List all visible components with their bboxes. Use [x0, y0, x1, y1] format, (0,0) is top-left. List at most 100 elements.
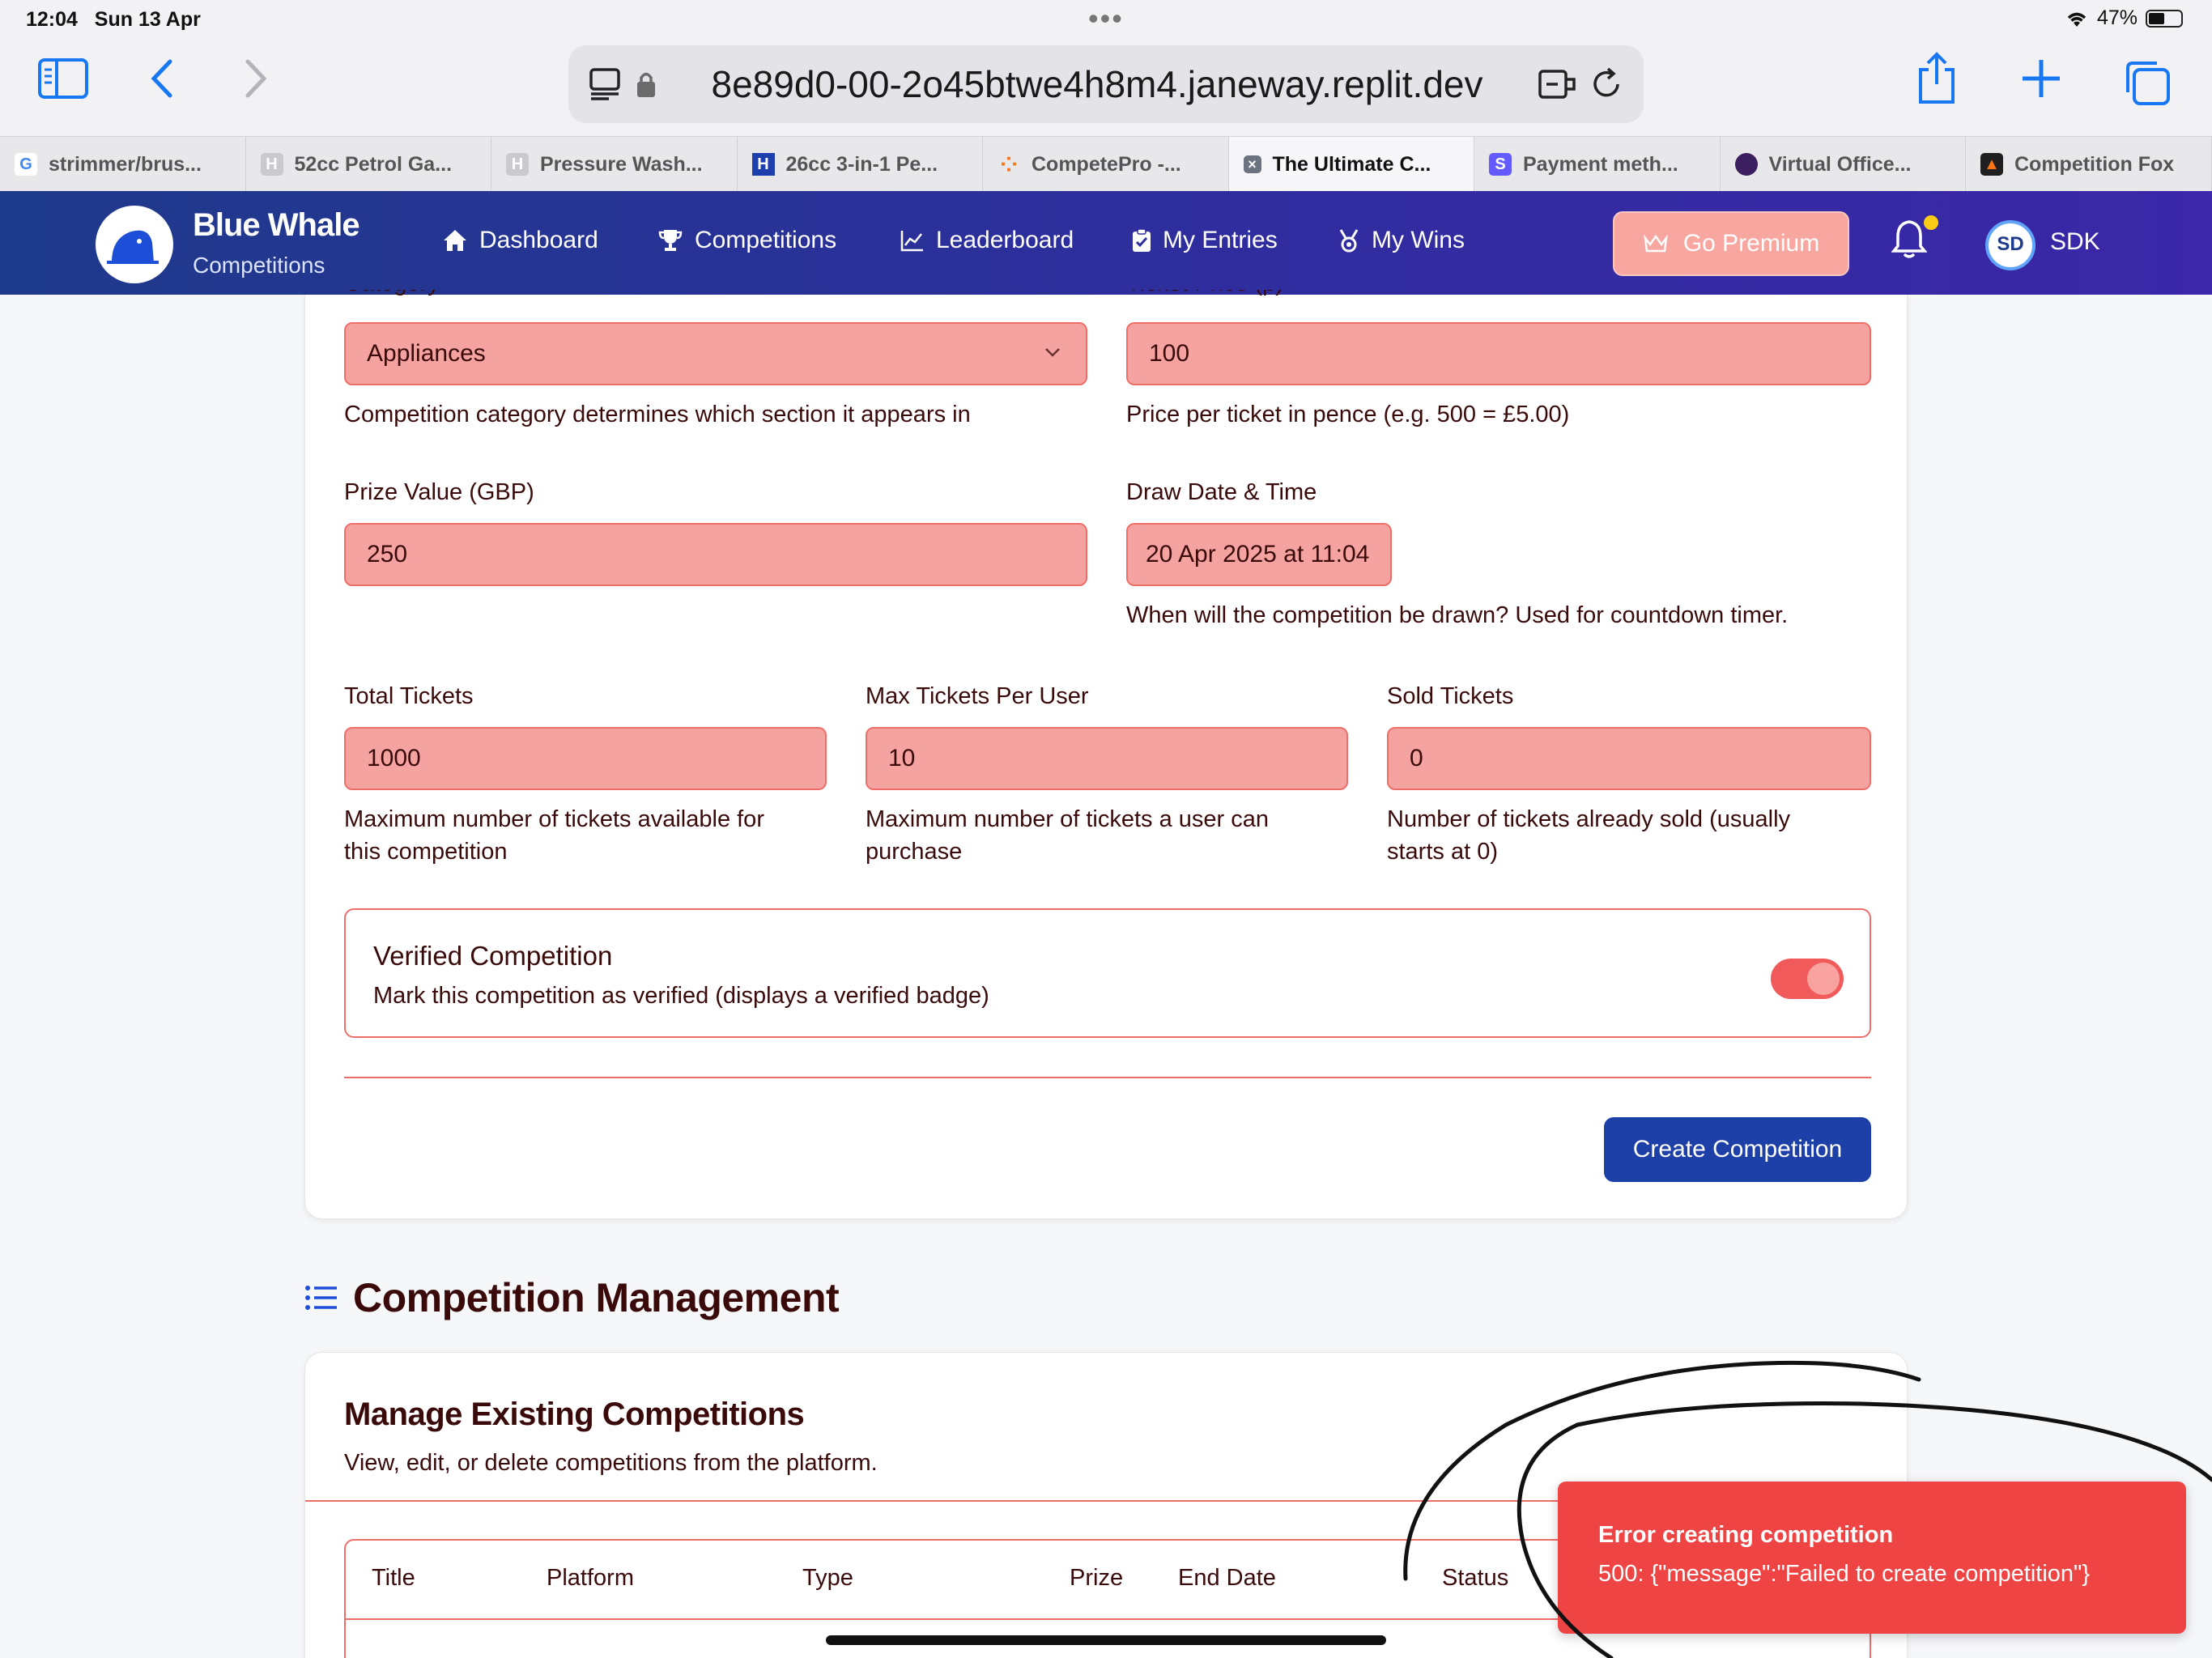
clipboard-check-icon — [1133, 228, 1151, 252]
column-header-platform[interactable]: Platform — [547, 1565, 634, 1592]
username[interactable]: SDK — [2050, 228, 2100, 256]
chart-line-icon — [900, 231, 923, 252]
column-header-title[interactable]: Title — [372, 1565, 415, 1592]
verified-description: Mark this competition as verified (displ… — [373, 983, 989, 1009]
back-icon[interactable] — [146, 57, 178, 100]
toggle-knob — [1807, 963, 1840, 995]
tab-label: The Ultimate C... — [1272, 152, 1431, 176]
address-bar[interactable]: 8e89d0-00-2o45btwe4h8m4.janeway.replit.d… — [568, 45, 1644, 123]
browser-tab[interactable]: ▲ Competition Fox — [1966, 137, 2212, 192]
category-select[interactable]: Appliances — [344, 322, 1087, 385]
crown-icon — [1643, 234, 1668, 253]
brand-subtitle: Competitions — [193, 253, 325, 278]
tab-label: 26cc 3-in-1 Pe... — [785, 152, 938, 176]
total-tickets-help: Maximum number of tickets available for t… — [344, 806, 764, 865]
toast-message: 500: {"message":"Failed to create compet… — [1598, 1561, 2091, 1587]
prize-value: 250 — [367, 541, 408, 568]
prize-value-label: Prize Value (GBP) — [344, 479, 534, 505]
home-indicator[interactable] — [826, 1635, 1386, 1645]
medal-icon — [1339, 229, 1359, 253]
avatar[interactable]: SD — [1985, 220, 2035, 270]
nav-dashboard[interactable]: Dashboard — [442, 227, 598, 254]
max-tickets-label: Max Tickets Per User — [866, 683, 1089, 709]
multitasking-dots-icon[interactable]: ••• — [1088, 2, 1124, 36]
browser-tab[interactable]: H Pressure Wash... — [491, 137, 738, 192]
tab-label: Competition Fox — [2014, 152, 2175, 176]
nav-my-wins[interactable]: My Wins — [1338, 227, 1465, 254]
status-time: 12:04 Sun 13 Apr — [26, 8, 201, 31]
browser-tab[interactable]: H 26cc 3-in-1 Pe... — [738, 137, 983, 192]
ticket-price-value: 100 — [1149, 340, 1190, 367]
sidebar-icon[interactable] — [37, 57, 89, 100]
verified-toggle[interactable] — [1771, 959, 1844, 999]
browser-tab[interactable]: ⁘ CompetePro -... — [983, 137, 1229, 192]
site-h-icon: H — [751, 153, 775, 176]
nav-competitions[interactable]: Competitions — [657, 227, 836, 254]
browser-tab-active[interactable]: × The Ultimate C... — [1228, 137, 1474, 192]
manage-card-description: View, edit, or delete competitions from … — [344, 1450, 878, 1476]
list-icon — [305, 1286, 337, 1310]
chevron-down-icon — [1045, 348, 1060, 357]
reload-icon[interactable] — [1589, 66, 1624, 102]
whale-logo[interactable] — [96, 206, 173, 283]
wifi-icon — [2067, 12, 2087, 27]
browser-tab[interactable]: Gstrimmer/brus... — [0, 137, 246, 192]
new-tab-icon[interactable] — [2019, 57, 2063, 100]
status-bar: 12:04 Sun 13 Apr ••• 47% — [0, 0, 2212, 39]
draw-date-help: When will the competition be drawn? Used… — [1126, 602, 1789, 628]
nav-my-entries[interactable]: My Entries — [1132, 227, 1278, 254]
sold-tickets-label: Sold Tickets — [1387, 683, 1514, 709]
tab-label: 52cc Petrol Ga... — [294, 152, 453, 176]
go-premium-button[interactable]: Go Premium — [1613, 211, 1849, 276]
sold-tickets-input[interactable]: 0 — [1387, 727, 1871, 790]
forward-icon[interactable] — [240, 57, 272, 100]
create-competition-card: Category Ticket Price (p) Appliances Com… — [304, 290, 1908, 1219]
share-icon[interactable] — [1914, 52, 1959, 105]
max-tickets-input[interactable]: 10 — [866, 727, 1348, 790]
notification-dot — [1924, 215, 1938, 230]
site-h-icon: H — [506, 153, 529, 176]
browser-toolbar: 8e89d0-00-2o45btwe4h8m4.janeway.replit.d… — [0, 39, 2212, 136]
stripe-icon: S — [1489, 153, 1512, 176]
app-navbar: Blue Whale Competitions Dashboard Compet… — [0, 191, 2212, 295]
ticket-price-input[interactable]: 100 — [1126, 322, 1871, 385]
browser-tab[interactable]: S Payment meth... — [1474, 137, 1721, 192]
notification-bell-icon[interactable] — [1891, 219, 1927, 261]
sold-tickets-help: Number of tickets already sold (usually s… — [1387, 806, 1791, 865]
column-header-status[interactable]: Status — [1442, 1565, 1508, 1592]
column-header-end-date[interactable]: End Date — [1178, 1565, 1276, 1592]
error-toast[interactable]: Error creating competition 500: {"messag… — [1558, 1482, 2186, 1634]
battery-icon — [2146, 9, 2183, 28]
max-tickets-value: 10 — [888, 745, 916, 772]
nav-label: Dashboard — [479, 227, 598, 253]
toast-title: Error creating competition — [1598, 1522, 1894, 1548]
prize-value-input[interactable]: 250 — [344, 523, 1087, 586]
nav-label: Leaderboard — [936, 227, 1074, 253]
trophy-icon — [658, 230, 683, 251]
extension-icon[interactable] — [1537, 66, 1577, 102]
page-menu-icon[interactable] — [588, 66, 623, 102]
tab-strip: Gstrimmer/brus... H 52cc Petrol Ga... H Pr… — [0, 136, 2212, 192]
site-h-icon: H — [260, 153, 283, 176]
create-competition-button[interactable]: Create Competition — [1604, 1117, 1871, 1182]
browser-tab[interactable]: Virtual Office... — [1721, 137, 1966, 192]
form-divider — [344, 1077, 1871, 1078]
category-value: Appliances — [367, 340, 486, 367]
nav-leaderboard[interactable]: Leaderboard — [900, 227, 1074, 254]
total-tickets-input[interactable]: 1000 — [344, 727, 827, 790]
tab-overview-icon[interactable] — [2123, 60, 2173, 107]
column-header-type[interactable]: Type — [802, 1565, 853, 1592]
tab-label: CompetePro -... — [1032, 152, 1181, 176]
close-tab-icon[interactable]: × — [1243, 155, 1261, 173]
browser-tab[interactable]: H 52cc Petrol Ga... — [246, 137, 491, 192]
column-header-prize[interactable]: Prize — [1070, 1565, 1123, 1592]
nav-label: Competitions — [695, 227, 837, 253]
verified-title: Verified Competition — [373, 941, 613, 971]
draw-date-value: 20 Apr 2025 at 11:04 — [1146, 541, 1370, 568]
total-tickets-value: 1000 — [367, 745, 421, 772]
draw-date-label: Draw Date & Time — [1126, 479, 1317, 505]
tab-label: Virtual Office... — [1768, 152, 1912, 176]
draw-date-input[interactable]: 20 Apr 2025 at 11:04 — [1126, 523, 1392, 586]
verified-competition-panel: Verified Competition Mark this competiti… — [344, 908, 1871, 1038]
google-icon: G — [15, 153, 37, 176]
